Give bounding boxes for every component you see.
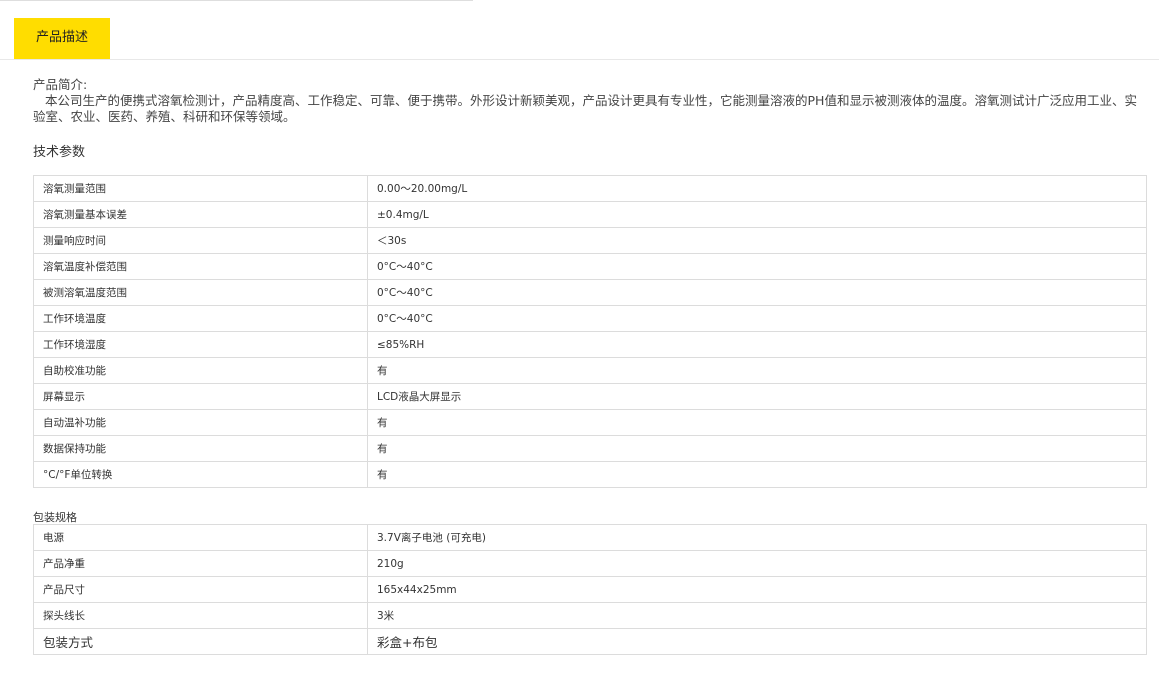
table-row: 电源 3.7V离子电池 (可充电) <box>33 524 1147 551</box>
spec-label: 数据保持功能 <box>33 435 368 462</box>
table-row: °C/°F单位转换有 <box>33 461 1147 488</box>
packaging-label: 电源 <box>33 524 368 551</box>
spec-value: ＜30s <box>367 227 1147 254</box>
spec-label: °C/°F单位转换 <box>33 461 368 488</box>
specs-title: 技术参数 <box>33 145 86 160</box>
spec-value: 有 <box>367 435 1147 462</box>
spec-value: 有 <box>367 461 1147 488</box>
spec-value: 有 <box>367 409 1147 436</box>
table-row: 产品尺寸 165x44x25mm <box>33 576 1147 603</box>
intro-text: 本公司生产的便携式溶氧检测计，产品精度高、工作稳定、可靠、便于携带。外形设计新颖… <box>33 93 1137 124</box>
spec-value: LCD液晶大屏显示 <box>367 383 1147 410</box>
packaging-label: 探头线长 <box>33 602 368 629</box>
packaging-label: 包装方式 <box>33 628 368 655</box>
table-row: 屏幕显示 LCD液晶大屏显示 <box>33 383 1147 410</box>
spec-label: 测量响应时间 <box>33 227 368 254</box>
spec-label: 工作环境温度 <box>33 305 368 332</box>
spec-value: 0°C～40°C <box>367 305 1147 332</box>
spec-label: 被测溶氧温度范围 <box>33 279 368 306</box>
intro-heading: 产品简介: <box>33 77 88 92</box>
table-row: 包装方式 彩盒+布包 <box>33 628 1147 655</box>
spec-value: 0.00～20.00mg/L <box>367 175 1147 202</box>
table-row: 溶氧温度补偿范围 0°C～40°C <box>33 253 1147 280</box>
table-row: 自助校准功能有 <box>33 357 1147 384</box>
spec-label: 溶氧测量范围 <box>33 175 368 202</box>
packaging-label: 产品净重 <box>33 550 368 577</box>
packaging-value: 165x44x25mm <box>367 576 1147 603</box>
spec-value: ±0.4mg/L <box>367 201 1147 228</box>
spec-value: 0°C～40°C <box>367 279 1147 306</box>
table-row: 被测溶氧温度范围 0°C～40°C <box>33 279 1147 306</box>
spec-value: 0°C～40°C <box>367 253 1147 280</box>
packaging-value: 210g <box>367 550 1147 577</box>
tab-bar: 产品描述 <box>0 18 1159 60</box>
packaging-table: 电源 3.7V离子电池 (可充电) 产品净重 210g 产品尺寸 165x44x25m… <box>33 524 1147 655</box>
packaging-value: 3.7V离子电池 (可充电) <box>367 524 1147 551</box>
table-row: 工作环境温度 0°C～40°C <box>33 305 1147 332</box>
spec-value: 有 <box>367 357 1147 384</box>
spec-label: 自助校准功能 <box>33 357 368 384</box>
packaging-value: 彩盒+布包 <box>367 628 1147 655</box>
tab-product-description[interactable]: 产品描述 <box>14 18 110 59</box>
table-row: 探头线长 3米 <box>33 602 1147 629</box>
packaging-title: 包装规格 <box>33 511 77 524</box>
spec-label: 溶氧测量基本误差 <box>33 201 368 228</box>
spec-label: 屏幕显示 <box>33 383 368 410</box>
table-row: 自动温补功能有 <box>33 409 1147 436</box>
spec-label: 自动温补功能 <box>33 409 368 436</box>
product-intro: 产品简介: 本公司生产的便携式溶氧检测计，产品精度高、工作稳定、可靠、便于携带。… <box>33 77 1143 125</box>
packaging-value: 3米 <box>367 602 1147 629</box>
table-row: 溶氧测量范围 0.00～20.00mg/L <box>33 175 1147 202</box>
table-row: 溶氧测量基本误差 ±0.4mg/L <box>33 201 1147 228</box>
spec-label: 溶氧温度补偿范围 <box>33 253 368 280</box>
table-row: 产品净重 210g <box>33 550 1147 577</box>
packaging-label: 产品尺寸 <box>33 576 368 603</box>
spec-value: ≤85%RH <box>367 331 1147 358</box>
table-row: 数据保持功能有 <box>33 435 1147 462</box>
spec-label: 工作环境湿度 <box>33 331 368 358</box>
top-divider <box>0 0 473 1</box>
table-row: 工作环境湿度 ≤85%RH <box>33 331 1147 358</box>
specs-table: 溶氧测量范围 0.00～20.00mg/L 溶氧测量基本误差 ±0.4mg/L 测量… <box>33 175 1147 488</box>
table-row: 测量响应时间 ＜30s <box>33 227 1147 254</box>
